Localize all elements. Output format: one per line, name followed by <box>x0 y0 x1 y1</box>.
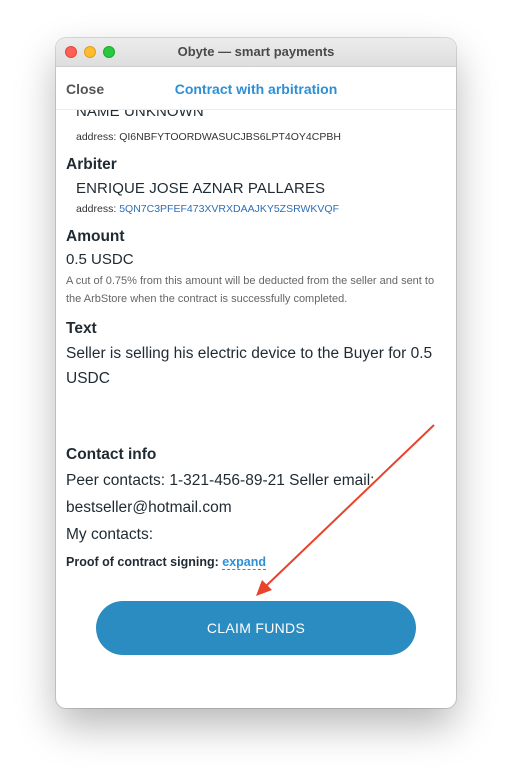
arbiter-address-link[interactable]: 5QN7C3PFEF473XVRXDAAJKY5ZSRWKVQF <box>119 203 339 215</box>
arbiter-address-prefix: address: <box>76 203 120 215</box>
peer-address-value: QI6NBFYTOORDWASUCJBS6LPT4OY4CPBH <box>119 131 341 143</box>
amount-value: 0.5 USDC <box>66 251 134 268</box>
contract-text: Seller is selling his electric device to… <box>66 345 433 387</box>
text-label: Text <box>66 320 97 337</box>
arbiter-label: Arbiter <box>66 156 117 173</box>
peer-address: address: QI6NBFYTOORDWASUCJBS6LPT4OY4CPB… <box>76 131 341 143</box>
contact-info-label: Contact info <box>66 446 157 463</box>
arbiter-name: ENRIQUE JOSE AZNAR PALLARES <box>76 180 326 197</box>
peer-email: bestseller@hotmail.com <box>66 499 232 516</box>
proof-row: Proof of contract signing: expand <box>66 555 267 570</box>
title-bar: Obyte — smart payments <box>56 38 456 67</box>
peer-name: NAME UNKNOWN <box>76 110 204 120</box>
peer-contacts-line: Peer contacts: 1-321-456-89-21 Seller em… <box>66 472 375 489</box>
amount-label: Amount <box>66 228 125 245</box>
window-title: Obyte — smart payments <box>177 44 335 59</box>
contract-details: NAME UNKNOWN address: QI6NBFYTOORDWASUCJ… <box>56 110 456 708</box>
claim-funds-button[interactable]: CLAIM FUNDS <box>96 601 416 655</box>
page-title: Contract with arbitration <box>174 81 338 97</box>
peer-address-prefix: address: <box>76 131 120 143</box>
arbiter-address: address: 5QN7C3PFEF473XVRXDAAJKY5ZSRWKVQ… <box>76 203 339 215</box>
app-window: Obyte — smart payments Close Contract wi… <box>56 38 456 708</box>
my-contacts-label: My contacts: <box>66 526 153 543</box>
contract-header: Close Contract with arbitration <box>56 67 456 110</box>
proof-label: Proof of contract signing: <box>66 555 219 569</box>
amount-fee-note: A cut of 0.75% from this amount will be … <box>66 275 435 305</box>
expand-link[interactable]: expand <box>222 555 267 570</box>
